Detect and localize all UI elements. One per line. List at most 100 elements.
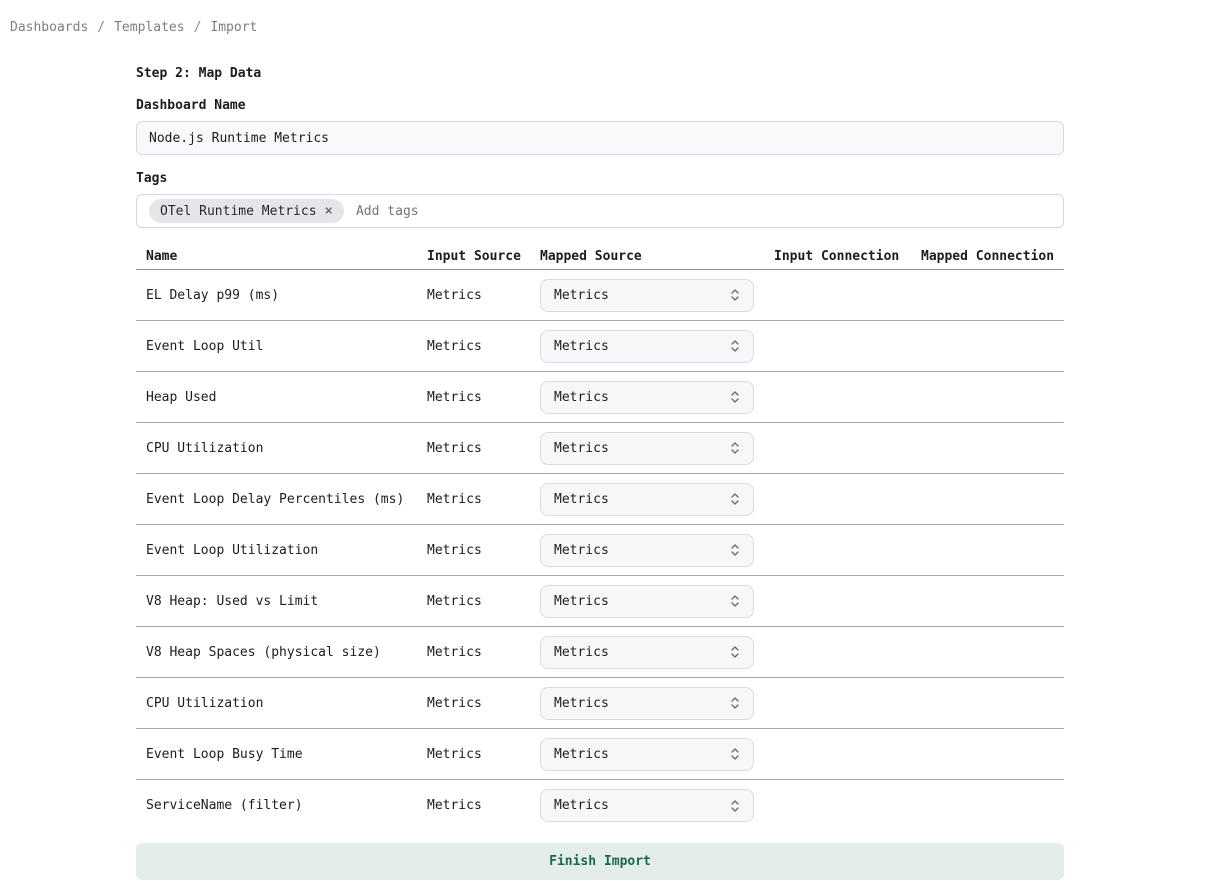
input-source-cell: Metrics [427,339,540,354]
mapped-source-cell: Metrics [540,483,774,516]
mapped-source-value: Metrics [554,339,609,354]
breadcrumb-import[interactable]: Import [210,20,257,35]
breadcrumb-templates[interactable]: Templates [114,20,184,35]
dashboard-name-label: Dashboard Name [136,98,1064,114]
breadcrumb-dashboards[interactable]: Dashboards [10,20,88,35]
table-row: Event Loop Busy Time Metrics Metrics [136,729,1064,780]
mapped-source-cell: Metrics [540,585,774,618]
table-row: CPU Utilization Metrics Metrics [136,423,1064,474]
chevron-up-down-icon [730,339,740,353]
mapped-source-value: Metrics [554,390,609,405]
mapped-source-select[interactable]: Metrics [540,279,754,312]
mapped-source-cell: Metrics [540,636,774,669]
input-source-cell: Metrics [427,441,540,456]
breadcrumb-separator: / [194,20,202,35]
table-row: V8 Heap Spaces (physical size) Metrics M… [136,627,1064,678]
metric-name-cell: CPU Utilization [146,441,427,456]
metric-name-cell: CPU Utilization [146,696,427,711]
metric-name-cell: Heap Used [146,390,427,405]
metric-name-cell: V8 Heap Spaces (physical size) [146,645,427,660]
mapped-source-value: Metrics [554,798,609,813]
input-source-cell: Metrics [427,492,540,507]
breadcrumb: Dashboards / Templates / Import [10,20,257,35]
chevron-up-down-icon [730,441,740,455]
mapped-source-select[interactable]: Metrics [540,534,754,567]
table-row: Event Loop Util Metrics Metrics [136,321,1064,372]
table-row: V8 Heap: Used vs Limit Metrics Metrics [136,576,1064,627]
metric-name-cell: Event Loop Delay Percentiles (ms) [146,492,427,507]
mapped-source-value: Metrics [554,645,609,660]
column-header-mapped-connection: Mapped Connection [921,249,1064,264]
table-row: ServiceName (filter) Metrics Metrics [136,780,1064,831]
column-header-mapped-source: Mapped Source [540,249,774,264]
input-source-cell: Metrics [427,645,540,660]
column-header-input-source: Input Source [427,249,540,264]
table-row: CPU Utilization Metrics Metrics [136,678,1064,729]
table-body: EL Delay p99 (ms) Metrics Metrics Event … [136,270,1064,831]
input-source-cell: Metrics [427,288,540,303]
mapped-source-select[interactable]: Metrics [540,585,754,618]
mapped-source-select[interactable]: Metrics [540,789,754,822]
mapped-source-cell: Metrics [540,687,774,720]
mapped-source-value: Metrics [554,543,609,558]
mapping-table: Name Input Source Mapped Source Input Co… [136,244,1064,831]
chevron-up-down-icon [730,696,740,710]
mapped-source-select[interactable]: Metrics [540,738,754,771]
mapped-source-value: Metrics [554,492,609,507]
table-row: Event Loop Delay Percentiles (ms) Metric… [136,474,1064,525]
metric-name-cell: ServiceName (filter) [146,798,427,813]
tags-label: Tags [136,171,1064,187]
chevron-up-down-icon [730,747,740,761]
chevron-up-down-icon [730,594,740,608]
mapped-source-select[interactable]: Metrics [540,432,754,465]
finish-import-button[interactable]: Finish Import [136,843,1064,880]
mapped-source-select[interactable]: Metrics [540,330,754,363]
table-row: EL Delay p99 (ms) Metrics Metrics [136,270,1064,321]
metric-name-cell: Event Loop Utilization [146,543,427,558]
mapped-source-cell: Metrics [540,738,774,771]
table-header-row: Name Input Source Mapped Source Input Co… [136,244,1064,270]
chevron-up-down-icon [730,543,740,557]
breadcrumb-separator: / [97,20,105,35]
chevron-up-down-icon [730,645,740,659]
chevron-up-down-icon [730,492,740,506]
input-source-cell: Metrics [427,543,540,558]
add-tags-input[interactable] [356,204,1051,219]
mapped-source-value: Metrics [554,594,609,609]
chevron-up-down-icon [730,390,740,404]
tag-chip-label: OTel Runtime Metrics [160,204,317,219]
mapped-source-cell: Metrics [540,279,774,312]
chevron-up-down-icon [730,288,740,302]
mapped-source-cell: Metrics [540,534,774,567]
mapped-source-select[interactable]: Metrics [540,636,754,669]
mapped-source-cell: Metrics [540,330,774,363]
input-source-cell: Metrics [427,747,540,762]
input-source-cell: Metrics [427,390,540,405]
mapped-source-cell: Metrics [540,432,774,465]
step-heading: Step 2: Map Data [136,66,1064,82]
chevron-up-down-icon [730,799,740,813]
import-wizard-panel: Step 2: Map Data Dashboard Name Tags OTe… [136,66,1064,880]
dashboard-name-input[interactable] [136,121,1064,155]
metric-name-cell: V8 Heap: Used vs Limit [146,594,427,609]
mapped-source-value: Metrics [554,747,609,762]
mapped-source-cell: Metrics [540,789,774,822]
mapped-source-cell: Metrics [540,381,774,414]
tag-chip: OTel Runtime Metrics × [149,199,344,223]
metric-name-cell: Event Loop Util [146,339,427,354]
table-row: Heap Used Metrics Metrics [136,372,1064,423]
column-header-input-connection: Input Connection [774,249,921,264]
tags-input[interactable]: OTel Runtime Metrics × [136,194,1064,228]
column-header-name: Name [146,249,427,264]
mapped-source-value: Metrics [554,288,609,303]
input-source-cell: Metrics [427,798,540,813]
table-row: Event Loop Utilization Metrics Metrics [136,525,1064,576]
mapped-source-select[interactable]: Metrics [540,483,754,516]
metric-name-cell: EL Delay p99 (ms) [146,288,427,303]
mapped-source-value: Metrics [554,696,609,711]
tag-remove-icon[interactable]: × [325,204,333,218]
mapped-source-select[interactable]: Metrics [540,381,754,414]
input-source-cell: Metrics [427,696,540,711]
metric-name-cell: Event Loop Busy Time [146,747,427,762]
mapped-source-select[interactable]: Metrics [540,687,754,720]
